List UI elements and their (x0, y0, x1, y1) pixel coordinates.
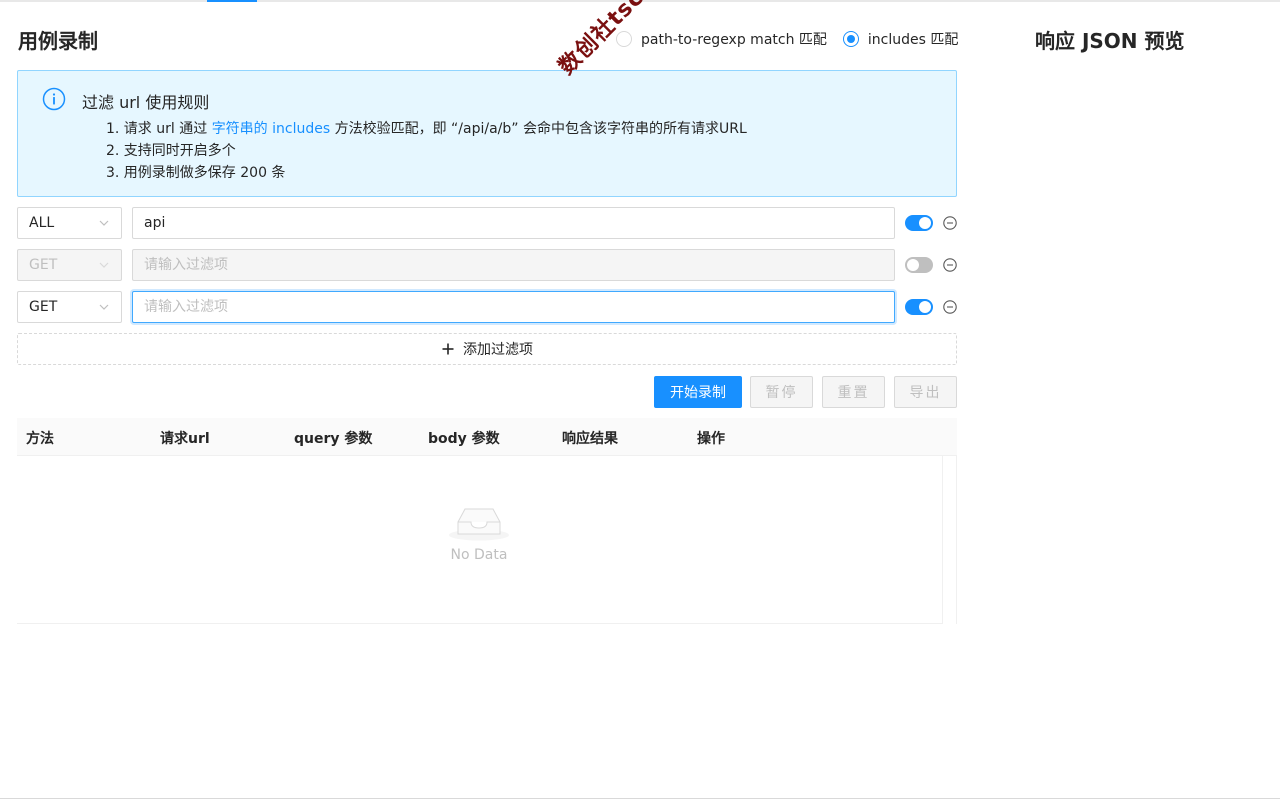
method-select[interactable]: GET (17, 291, 122, 323)
column-header-method: 方法 (26, 431, 54, 447)
info-rule-highlight: 字符串的 includes (211, 121, 331, 137)
method-select-value: GET (29, 257, 58, 273)
column-header-body: body 参数 (428, 431, 500, 447)
filter-row: GET (17, 249, 957, 281)
method-select[interactable]: ALL (17, 207, 122, 239)
info-alert: 过滤 url 使用规则 1. 请求 url 通过 字符串的 includes 方… (17, 70, 957, 197)
column-header-response: 响应结果 (562, 431, 618, 447)
table-scrollbar[interactable] (942, 456, 957, 624)
empty-text: No Data (450, 547, 508, 563)
start-recording-button[interactable]: 开始录制 (654, 376, 742, 408)
match-mode-radio-group: path-to-regexp match 匹配 includes 匹配 (616, 29, 958, 49)
radio-checked-icon[interactable] (842, 31, 859, 47)
radio-label: path-to-regexp match 匹配 (641, 32, 827, 48)
chevron-down-icon (99, 220, 109, 226)
filter-input[interactable] (132, 249, 895, 281)
method-select-value: GET (29, 299, 58, 315)
info-rule-2: 2. 支持同时开启多个 (106, 143, 236, 159)
chevron-down-icon (99, 262, 109, 268)
minus-circle-icon[interactable] (943, 258, 957, 272)
bottom-divider (0, 798, 1280, 799)
method-select[interactable]: GET (17, 249, 122, 281)
minus-circle-icon[interactable] (943, 300, 957, 314)
top-tab-bar (0, 0, 1280, 2)
radio-path-to-regexp[interactable]: path-to-regexp match 匹配 (616, 29, 827, 49)
filter-enable-switch[interactable] (905, 215, 933, 231)
recordings-table: 方法 请求url query 参数 body 参数 响应结果 操作 No Dat… (17, 418, 957, 624)
export-button[interactable]: 导出 (894, 376, 957, 408)
recording-page: 用例录制 响应 JSON 预览 path-to-regexp match 匹配 … (0, 0, 1280, 800)
column-header-query: query 参数 (294, 431, 373, 447)
inbox-icon (449, 508, 509, 541)
plus-icon (442, 343, 454, 355)
add-filter-button[interactable]: 添加过滤项 (17, 333, 957, 365)
page-title: 用例录制 (18, 29, 98, 53)
radio-circle-icon[interactable] (616, 31, 632, 47)
info-rule-1: 1. 请求 url 通过 字符串的 includes 方法校验匹配，即 “/ap… (106, 121, 747, 137)
table-empty-state: No Data (412, 500, 546, 563)
method-select-value: ALL (29, 215, 55, 231)
filter-input[interactable] (132, 207, 895, 239)
table-header: 方法 请求url query 参数 body 参数 响应结果 操作 (17, 418, 957, 456)
radio-label: includes 匹配 (867, 32, 959, 48)
column-header-url: 请求url (160, 431, 210, 447)
minus-circle-icon[interactable] (943, 216, 957, 230)
chevron-down-icon (99, 304, 109, 310)
reset-button[interactable]: 重置 (822, 376, 885, 408)
pause-button[interactable]: 暂停 (750, 376, 813, 408)
filter-enable-switch[interactable] (905, 299, 933, 315)
info-circle-icon (42, 87, 66, 111)
active-tab-indicator[interactable] (207, 0, 257, 2)
radio-includes[interactable]: includes 匹配 (842, 29, 959, 49)
column-header-actions: 操作 (697, 431, 725, 447)
filter-row: GET (17, 291, 957, 323)
preview-title: 响应 JSON 预览 (1035, 29, 1185, 53)
filter-enable-switch[interactable] (905, 257, 933, 273)
info-title: 过滤 url 使用规则 (82, 93, 210, 112)
filter-input[interactable] (132, 291, 895, 323)
filter-row: ALL (17, 207, 957, 239)
add-filter-label: 添加过滤项 (463, 342, 533, 358)
info-rules-list: 1. 请求 url 通过 字符串的 includes 方法校验匹配，即 “/ap… (106, 118, 747, 184)
info-rule-3: 3. 用例录制做多保存 200 条 (106, 165, 286, 181)
